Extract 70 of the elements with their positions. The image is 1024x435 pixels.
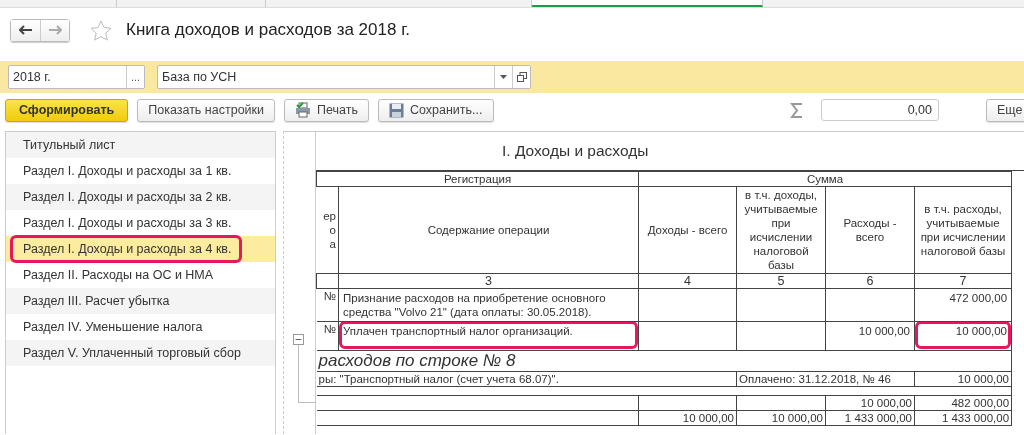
window-tab[interactable]	[532, 0, 763, 7]
table-cell: Уплачен транспортный налог организаций.	[339, 322, 638, 349]
section-label: Раздел I. Доходы и расходы за 2 кв.	[22, 189, 233, 206]
back-button[interactable]	[11, 19, 40, 41]
table-cell-text: 472 000,00	[948, 291, 1009, 306]
total-cell: 1 433 000,00	[825, 410, 915, 426]
section-item[interactable]: Раздел I. Доходы и расходы за 4 кв.	[6, 236, 275, 262]
section-item[interactable]: Раздел I. Доходы и расходы за 1 кв.	[6, 158, 275, 184]
table-cell: 10 000,00	[915, 322, 1011, 349]
total-cell: 10 000,00	[825, 395, 915, 411]
print-button[interactable]: Печать	[284, 98, 369, 122]
section-item[interactable]: Раздел I. Доходы и расходы за 3 кв.	[6, 210, 275, 236]
total-cell: 482 000,00	[914, 395, 1012, 411]
section-label: Раздел II. Расходы на ОС и НМА	[22, 267, 215, 284]
base-field[interactable]: База по УСН	[157, 65, 531, 89]
star-icon[interactable]	[90, 19, 112, 41]
save-button[interactable]: Сохранить...	[377, 98, 494, 122]
show-settings-button[interactable]: Показать настройки	[137, 98, 275, 122]
section-label: Раздел III. Расчет убытка	[22, 293, 171, 310]
section-label: Раздел V. Уплаченный торговый сбор	[22, 345, 242, 362]
open-window-icon	[516, 72, 527, 82]
table-cell: ры: "Транспортный налог (счет учета 68.07)".	[316, 371, 737, 387]
table-cell: №	[316, 288, 339, 322]
header-cell: Содержание операции	[338, 186, 639, 274]
arrow-left-icon	[18, 25, 33, 35]
header-cell: Расходы - всего	[825, 186, 915, 274]
table-cell: Оплачено: 31.12.2018, № 46	[736, 371, 915, 387]
select-button[interactable]: ...	[126, 66, 144, 88]
period-field[interactable]: 2018 г. ...	[8, 65, 145, 89]
section-item[interactable]: Раздел I. Доходы и расходы за 2 кв.	[6, 184, 275, 210]
total-cell: 10 000,00	[736, 410, 826, 426]
report-title: I. Доходы и расходы	[316, 132, 1024, 171]
arrow-right-icon	[48, 25, 62, 35]
section-item[interactable]: Раздел III. Расчет убытка	[6, 288, 275, 314]
header-cell: Сумма	[638, 171, 1012, 187]
total-cell: 10 000,00	[638, 410, 737, 426]
table-cell-text: Признание расходов на приобретение основного средства "Volvo 21" (дата оплаты: 30.05.2018).	[342, 291, 607, 320]
section-label: Раздел IV. Уменьшение налога	[22, 319, 204, 336]
header-cell: в т.ч. доходы, учитываемые при исчислении налоговой базы	[736, 186, 826, 274]
section-label: Раздел I. Доходы и расходы за 4 кв.	[10, 235, 243, 263]
table-cell: 10 000,00	[914, 371, 1012, 387]
header-cell: ер о а	[316, 186, 339, 274]
generate-button[interactable]: Сформировать	[5, 98, 129, 122]
column-number: 3	[338, 273, 639, 289]
section-item[interactable]: Раздел II. Расходы на ОС и НМА	[6, 262, 275, 288]
column-number: 4	[638, 273, 737, 289]
sum-icon	[790, 102, 804, 118]
section-item[interactable]: Раздел V. Уплаченный торговый сбор	[6, 340, 275, 366]
section-item[interactable]: Титульный лист	[6, 132, 275, 158]
section-item[interactable]: Раздел IV. Уменьшение налога	[6, 314, 275, 340]
table-cell: №	[316, 321, 339, 351]
column-number: 6	[825, 273, 915, 289]
collapse-icon[interactable]	[293, 334, 304, 345]
window-title: Книга доходов и расходов за 2018 г.	[126, 20, 410, 40]
column-number: 7	[914, 273, 1012, 289]
group-heading: расходов по строке № 8	[316, 350, 1012, 372]
open-button[interactable]	[512, 66, 530, 88]
header-cell: в т.ч. расходы, учитываемые при исчислении налоговой базы	[914, 186, 1012, 274]
column-number: 5	[736, 273, 826, 289]
section-label: Раздел I. Доходы и расходы за 3 кв.	[22, 215, 233, 232]
caret-icon	[500, 75, 507, 79]
table-cell-text: 10 000,00	[857, 324, 911, 339]
printer-icon	[295, 102, 311, 118]
section-label: Титульный лист	[22, 137, 117, 154]
sum-field[interactable]: 0,00	[821, 99, 939, 121]
header-cell: Регистрация	[316, 171, 639, 187]
header-cell: Доходы - всего	[638, 186, 737, 274]
section-label: Раздел I. Доходы и расходы за 1 кв.	[22, 163, 233, 180]
more-button[interactable]: Еще	[986, 98, 1024, 122]
total-cell: 1 433 000,00	[914, 410, 1012, 426]
